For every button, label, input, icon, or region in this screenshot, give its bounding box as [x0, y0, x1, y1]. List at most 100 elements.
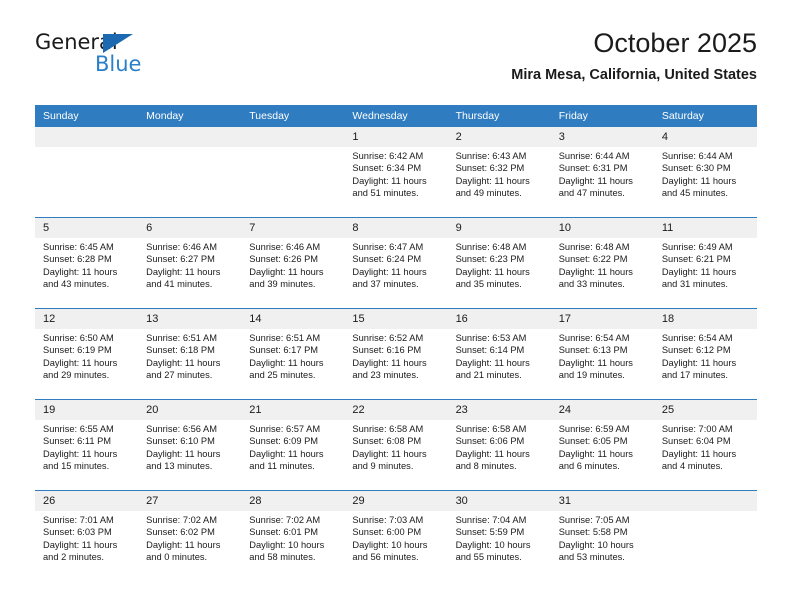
calendar-day-cell[interactable]: 21 Sunrise: 6:57 AM Sunset: 6:09 PM Dayligh… [241, 399, 345, 491]
daylight-text-line2: and 43 minutes. [43, 279, 110, 290]
calendar-day-cell[interactable]: 11 Sunrise: 6:49 AM Sunset: 6:21 PM Dayligh… [653, 217, 757, 309]
calendar-day-cell[interactable]: 31 Sunrise: 7:05 AM Sunset: 5:58 PM Dayligh… [550, 490, 654, 581]
day-info: Sunrise: 6:51 AM Sunset: 6:17 PM Daylight:… [241, 329, 344, 382]
day-number: 23 [447, 400, 551, 420]
sunrise-text: Sunrise: 6:44 AM [558, 151, 630, 161]
sunset-text: Sunset: 6:23 PM [455, 254, 525, 265]
calendar-day-cell[interactable]: 29 Sunrise: 7:03 AM Sunset: 6:00 PM Dayligh… [344, 490, 448, 581]
calendar-day-cell[interactable]: 26 Sunrise: 7:01 AM Sunset: 6:03 PM Dayligh… [35, 490, 139, 581]
calendar-day-cell[interactable]: 30 Sunrise: 7:04 AM Sunset: 5:59 PM Dayligh… [447, 490, 551, 581]
day-box [138, 127, 242, 217]
page-header: General Blue October 2025 Mira Mesa, Cal… [35, 26, 757, 98]
calendar-day-cell[interactable]: 6 Sunrise: 6:46 AM Sunset: 6:27 PM Daylight… [138, 217, 242, 309]
calendar-day-cell[interactable]: 18 Sunrise: 6:54 AM Sunset: 6:12 PM Dayligh… [653, 308, 757, 400]
calendar-day-cell[interactable]: 27 Sunrise: 7:02 AM Sunset: 6:02 PM Dayligh… [138, 490, 242, 581]
day-info [241, 147, 344, 150]
sunrise-text: Sunrise: 6:55 AM [43, 424, 114, 434]
calendar-day-cell[interactable]: 24 Sunrise: 6:59 AM Sunset: 6:05 PM Dayligh… [550, 399, 654, 491]
calendar-day-cell[interactable]: 19 Sunrise: 6:55 AM Sunset: 6:11 PM Dayligh… [35, 399, 139, 491]
day-number: 1 [344, 127, 448, 147]
calendar-day-cell[interactable]: 23 Sunrise: 6:58 AM Sunset: 6:06 PM Dayligh… [447, 399, 551, 491]
calendar-day-cell[interactable]: 25 Sunrise: 7:00 AM Sunset: 6:04 PM Dayligh… [653, 399, 757, 491]
sunset-text: Sunset: 6:26 PM [249, 254, 319, 265]
sunset-text: Sunset: 6:02 PM [146, 527, 215, 538]
day-box: 29 Sunrise: 7:03 AM Sunset: 6:00 PM Dayligh… [344, 491, 448, 581]
calendar-day-cell-empty [35, 127, 139, 218]
day-info: Sunrise: 6:54 AM Sunset: 6:13 PM Daylight:… [551, 329, 654, 382]
daylight-text-line1: Daylight: 11 hours [249, 448, 324, 459]
day-box: 8 Sunrise: 6:47 AM Sunset: 6:24 PM Daylight… [344, 218, 448, 308]
calendar-day-cell[interactable]: 20 Sunrise: 6:56 AM Sunset: 6:10 PM Dayligh… [138, 399, 242, 491]
day-number: 9 [447, 218, 551, 238]
sunset-text: Sunset: 6:32 PM [455, 163, 525, 174]
calendar-week-row: 1 Sunrise: 6:42 AM Sunset: 6:34 PM Daylight… [35, 127, 757, 218]
daylight-text-line1: Daylight: 11 hours [558, 448, 633, 459]
calendar-day-cell[interactable]: 4 Sunrise: 6:44 AM Sunset: 6:30 PM Daylight… [653, 127, 757, 218]
sunset-text: Sunset: 6:21 PM [661, 254, 731, 265]
daylight-text-line1: Daylight: 11 hours [558, 175, 633, 186]
daylight-text-line2: and 58 minutes. [249, 552, 316, 563]
weekday-header-monday: Monday [138, 105, 242, 127]
sunset-text: Sunset: 6:05 PM [558, 436, 628, 447]
daylight-text-line2: and 55 minutes. [455, 552, 522, 563]
day-info: Sunrise: 6:46 AM Sunset: 6:26 PM Daylight:… [241, 238, 344, 291]
calendar-day-cell[interactable]: 13 Sunrise: 6:51 AM Sunset: 6:18 PM Dayligh… [138, 308, 242, 400]
daylight-text-line2: and 29 minutes. [43, 370, 110, 381]
day-number: 27 [138, 491, 242, 511]
day-info: Sunrise: 7:02 AM Sunset: 6:01 PM Daylight:… [241, 511, 344, 564]
calendar-day-cell[interactable]: 28 Sunrise: 7:02 AM Sunset: 6:01 PM Dayligh… [241, 490, 345, 581]
daylight-text-line1: Daylight: 11 hours [455, 448, 530, 459]
calendar-day-cell[interactable]: 16 Sunrise: 6:53 AM Sunset: 6:14 PM Dayligh… [447, 308, 551, 400]
day-number: 4 [653, 127, 757, 147]
calendar-day-cell[interactable]: 22 Sunrise: 6:58 AM Sunset: 6:08 PM Dayligh… [344, 399, 448, 491]
calendar-day-cell[interactable]: 8 Sunrise: 6:47 AM Sunset: 6:24 PM Daylight… [344, 217, 448, 309]
daylight-text-line1: Daylight: 11 hours [661, 266, 737, 277]
general-blue-logo[interactable]: General Blue [35, 30, 215, 86]
day-number: 6 [138, 218, 242, 238]
sunset-text: Sunset: 6:34 PM [352, 163, 422, 174]
calendar-day-cell[interactable]: 12 Sunrise: 6:50 AM Sunset: 6:19 PM Dayligh… [35, 308, 139, 400]
day-info: Sunrise: 6:56 AM Sunset: 6:10 PM Daylight:… [138, 420, 241, 473]
day-number: 14 [241, 309, 345, 329]
daylight-text-line2: and 6 minutes. [558, 461, 620, 472]
calendar-day-cell[interactable]: 9 Sunrise: 6:48 AM Sunset: 6:23 PM Daylight… [447, 217, 551, 309]
day-info: Sunrise: 6:59 AM Sunset: 6:05 PM Daylight:… [551, 420, 654, 473]
calendar-day-cell[interactable]: 14 Sunrise: 6:51 AM Sunset: 6:17 PM Dayligh… [241, 308, 345, 400]
calendar-day-cell[interactable]: 15 Sunrise: 6:52 AM Sunset: 6:16 PM Dayligh… [344, 308, 448, 400]
day-info: Sunrise: 6:44 AM Sunset: 6:30 PM Daylight:… [654, 147, 757, 200]
day-info: Sunrise: 6:48 AM Sunset: 6:22 PM Daylight:… [551, 238, 654, 291]
day-box: 18 Sunrise: 6:54 AM Sunset: 6:12 PM Dayligh… [653, 309, 757, 399]
sunrise-text: Sunrise: 7:01 AM [43, 515, 114, 525]
calendar-day-cell[interactable]: 5 Sunrise: 6:45 AM Sunset: 6:28 PM Daylight… [35, 217, 139, 309]
sunrise-text: Sunrise: 6:51 AM [146, 333, 217, 343]
day-info: Sunrise: 6:51 AM Sunset: 6:18 PM Daylight:… [138, 329, 241, 382]
calendar-day-cell[interactable]: 1 Sunrise: 6:42 AM Sunset: 6:34 PM Daylight… [344, 127, 448, 218]
daylight-text-line1: Daylight: 11 hours [455, 357, 530, 368]
day-number [241, 127, 345, 147]
sunset-text: Sunset: 6:01 PM [249, 527, 319, 538]
daylight-text-line2: and 9 minutes. [352, 461, 414, 472]
day-box: 20 Sunrise: 6:56 AM Sunset: 6:10 PM Dayligh… [138, 400, 242, 490]
sunrise-text: Sunrise: 7:02 AM [146, 515, 217, 525]
weekday-header-thursday: Thursday [447, 105, 551, 127]
day-number: 24 [550, 400, 654, 420]
daylight-text-line1: Daylight: 11 hours [455, 175, 530, 186]
calendar-day-cell[interactable]: 7 Sunrise: 6:46 AM Sunset: 6:26 PM Daylight… [241, 217, 345, 309]
daylight-text-line2: and 11 minutes. [249, 461, 315, 472]
calendar-day-cell[interactable]: 3 Sunrise: 6:44 AM Sunset: 6:31 PM Daylight… [550, 127, 654, 218]
day-box: 31 Sunrise: 7:05 AM Sunset: 5:58 PM Dayligh… [550, 491, 654, 581]
daylight-text-line2: and 8 minutes. [455, 461, 517, 472]
daylight-text-line1: Daylight: 11 hours [352, 266, 427, 277]
day-number: 17 [550, 309, 654, 329]
calendar-day-cell[interactable]: 2 Sunrise: 6:43 AM Sunset: 6:32 PM Daylight… [447, 127, 551, 218]
day-number: 11 [653, 218, 757, 238]
daylight-text-line1: Daylight: 11 hours [352, 448, 427, 459]
sunset-text: Sunset: 6:13 PM [558, 345, 628, 356]
sunrise-text: Sunrise: 6:48 AM [455, 242, 527, 252]
day-box: 14 Sunrise: 6:51 AM Sunset: 6:17 PM Dayligh… [241, 309, 345, 399]
calendar-day-cell[interactable]: 10 Sunrise: 6:48 AM Sunset: 6:22 PM Dayligh… [550, 217, 654, 309]
calendar-day-cell[interactable]: 17 Sunrise: 6:54 AM Sunset: 6:13 PM Dayligh… [550, 308, 654, 400]
sunrise-text: Sunrise: 6:50 AM [43, 333, 114, 343]
daylight-text-line2: and 4 minutes. [661, 461, 723, 472]
day-info: Sunrise: 7:03 AM Sunset: 6:00 PM Daylight:… [344, 511, 447, 564]
